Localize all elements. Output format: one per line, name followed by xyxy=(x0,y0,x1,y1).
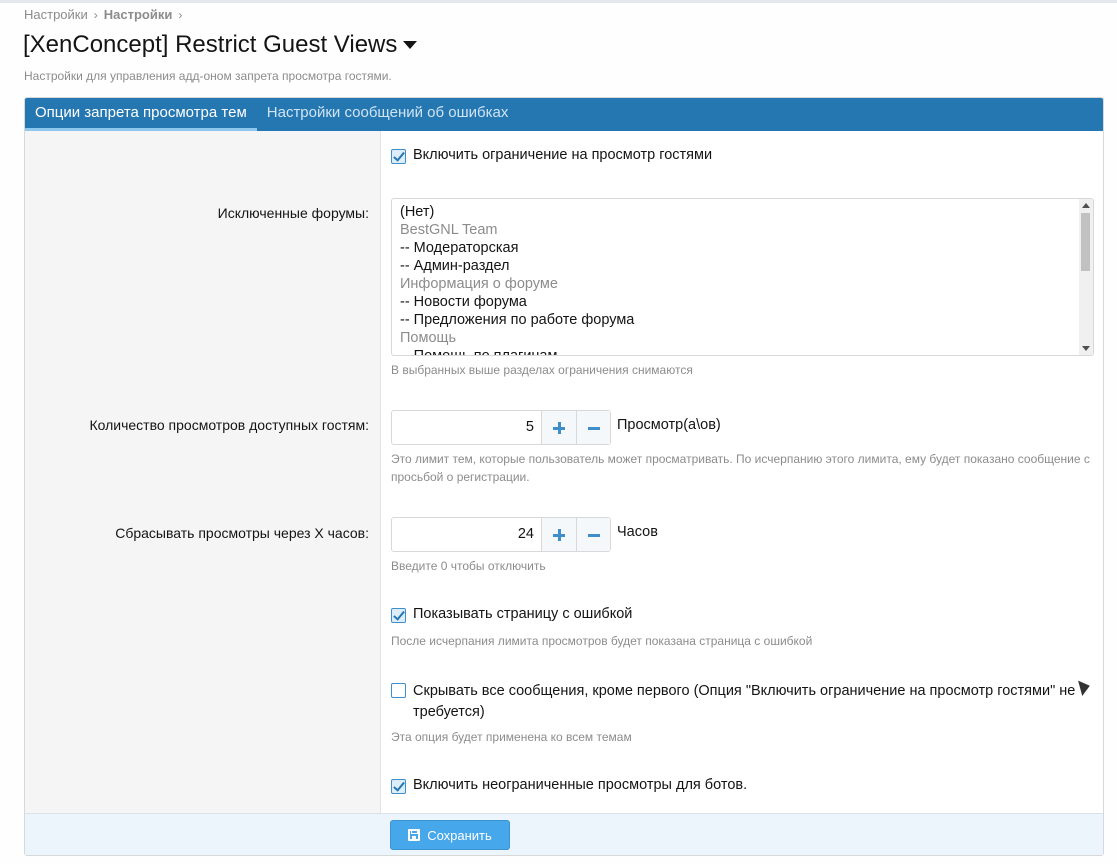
options-block: Опции запрета просмотра тем Настройки со… xyxy=(24,97,1104,856)
tab-error-message-settings[interactable]: Настройки сообщений об ошибках xyxy=(257,98,519,131)
forum-category: BestGNL Team xyxy=(400,222,498,238)
scroll-up-arrow-icon[interactable] xyxy=(1082,203,1090,208)
hide-posts-checkbox[interactable] xyxy=(391,683,406,698)
reset-hours-decrement-button[interactable] xyxy=(576,518,610,551)
tab-bar: Опции запрета просмотра тем Настройки со… xyxy=(25,98,1103,131)
top-shade xyxy=(0,0,1117,3)
enable-restriction-label: Включить ограничение на просмотр гостями xyxy=(413,147,713,163)
show-error-page-label: Показывать страницу с ошибкой xyxy=(413,606,633,622)
plus-icon xyxy=(553,528,565,541)
scrollbar-thumb[interactable] xyxy=(1081,213,1090,271)
enable-restriction-option[interactable]: Включить ограничение на просмотр гостями xyxy=(391,147,712,164)
forum-option[interactable]: -- Новости форума xyxy=(400,293,527,311)
forum-option[interactable]: -- Предложения по работе форума xyxy=(400,311,634,329)
page-title-text: [XenConcept] Restrict Guest Views xyxy=(23,31,398,58)
unlimited-bots-label: Включить неограниченные просмотры для бо… xyxy=(413,777,748,793)
forum-option[interactable]: (Нет) xyxy=(400,203,434,221)
breadcrumb: Настройки › Настройки › xyxy=(24,7,188,22)
forum-option[interactable]: -- Админ-раздел xyxy=(400,257,510,275)
breadcrumb-separator-trailing: › xyxy=(178,7,183,22)
view-count-unit: Просмотр(а\ов) xyxy=(617,417,721,433)
view-count-decrement-button[interactable] xyxy=(576,411,610,444)
enable-restriction-checkbox[interactable] xyxy=(391,149,406,164)
page-title: [XenConcept] Restrict Guest Views xyxy=(23,31,418,59)
reset-hours-hint: Введите 0 чтобы отключить xyxy=(391,559,546,573)
reset-hours-input[interactable]: 24 xyxy=(392,518,542,551)
show-error-page-hint: После исчерпания лимита просмотров будет… xyxy=(391,634,813,648)
reset-hours-label: Сбрасывать просмотры через X часов: xyxy=(115,525,369,541)
save-icon xyxy=(408,829,421,841)
view-count-stepper: 5 xyxy=(391,410,611,445)
reset-hours-unit: Часов xyxy=(617,524,658,540)
view-count-input[interactable]: 5 xyxy=(392,411,542,444)
minus-icon xyxy=(587,422,600,434)
tab-view-restriction-options[interactable]: Опции запрета просмотра тем xyxy=(25,98,257,131)
hide-posts-hint: Эта опция будет применена ко всем темам xyxy=(391,730,632,744)
listbox-scrollbar[interactable] xyxy=(1079,199,1093,355)
forum-category: Помощь xyxy=(400,330,457,346)
form-footer: Сохранить xyxy=(25,813,1103,855)
page-description: Настройки для управления адд-оном запрет… xyxy=(24,69,392,83)
excluded-forums-select[interactable]: (Нет) BestGNL Team -- Модераторская -- А… xyxy=(391,198,1094,356)
hide-posts-label: Скрывать все сообщения, кроме первого (О… xyxy=(413,683,1076,720)
view-count-hint: Это лимит тем, которые пользователь може… xyxy=(391,452,1090,484)
caret-down-icon[interactable] xyxy=(403,41,418,49)
forum-category: Информация о форуме xyxy=(400,276,558,292)
unlimited-bots-checkbox[interactable] xyxy=(391,779,406,794)
excluded-forums-label: Исключенные форумы: xyxy=(217,205,369,221)
excluded-forums-hint: В выбранных выше разделах ограничения сн… xyxy=(391,363,693,377)
unlimited-bots-option[interactable]: Включить неограниченные просмотры для бо… xyxy=(391,777,747,794)
breadcrumb-separator: › xyxy=(93,7,98,22)
breadcrumb-item-settings-current[interactable]: Настройки xyxy=(104,7,173,22)
save-button[interactable]: Сохранить xyxy=(390,820,510,850)
plus-icon xyxy=(553,421,565,434)
label-column xyxy=(25,131,381,813)
save-button-label: Сохранить xyxy=(427,827,492,843)
scroll-down-arrow-icon[interactable] xyxy=(1082,346,1090,351)
show-error-page-checkbox[interactable] xyxy=(391,608,406,623)
forum-option[interactable]: -- Помощь по плагинам xyxy=(400,347,557,355)
view-count-label: Количество просмотров доступных гостям: xyxy=(89,417,369,433)
minus-icon xyxy=(587,529,600,541)
view-count-increment-button[interactable] xyxy=(542,411,576,444)
hide-posts-option[interactable]: Скрывать все сообщения, кроме первого (О… xyxy=(391,681,1091,723)
breadcrumb-item-settings[interactable]: Настройки xyxy=(24,7,88,22)
reset-hours-stepper: 24 xyxy=(391,517,611,552)
forum-option[interactable]: -- Модераторская xyxy=(400,239,518,257)
show-error-page-option[interactable]: Показывать страницу с ошибкой xyxy=(391,606,632,623)
reset-hours-increment-button[interactable] xyxy=(542,518,576,551)
